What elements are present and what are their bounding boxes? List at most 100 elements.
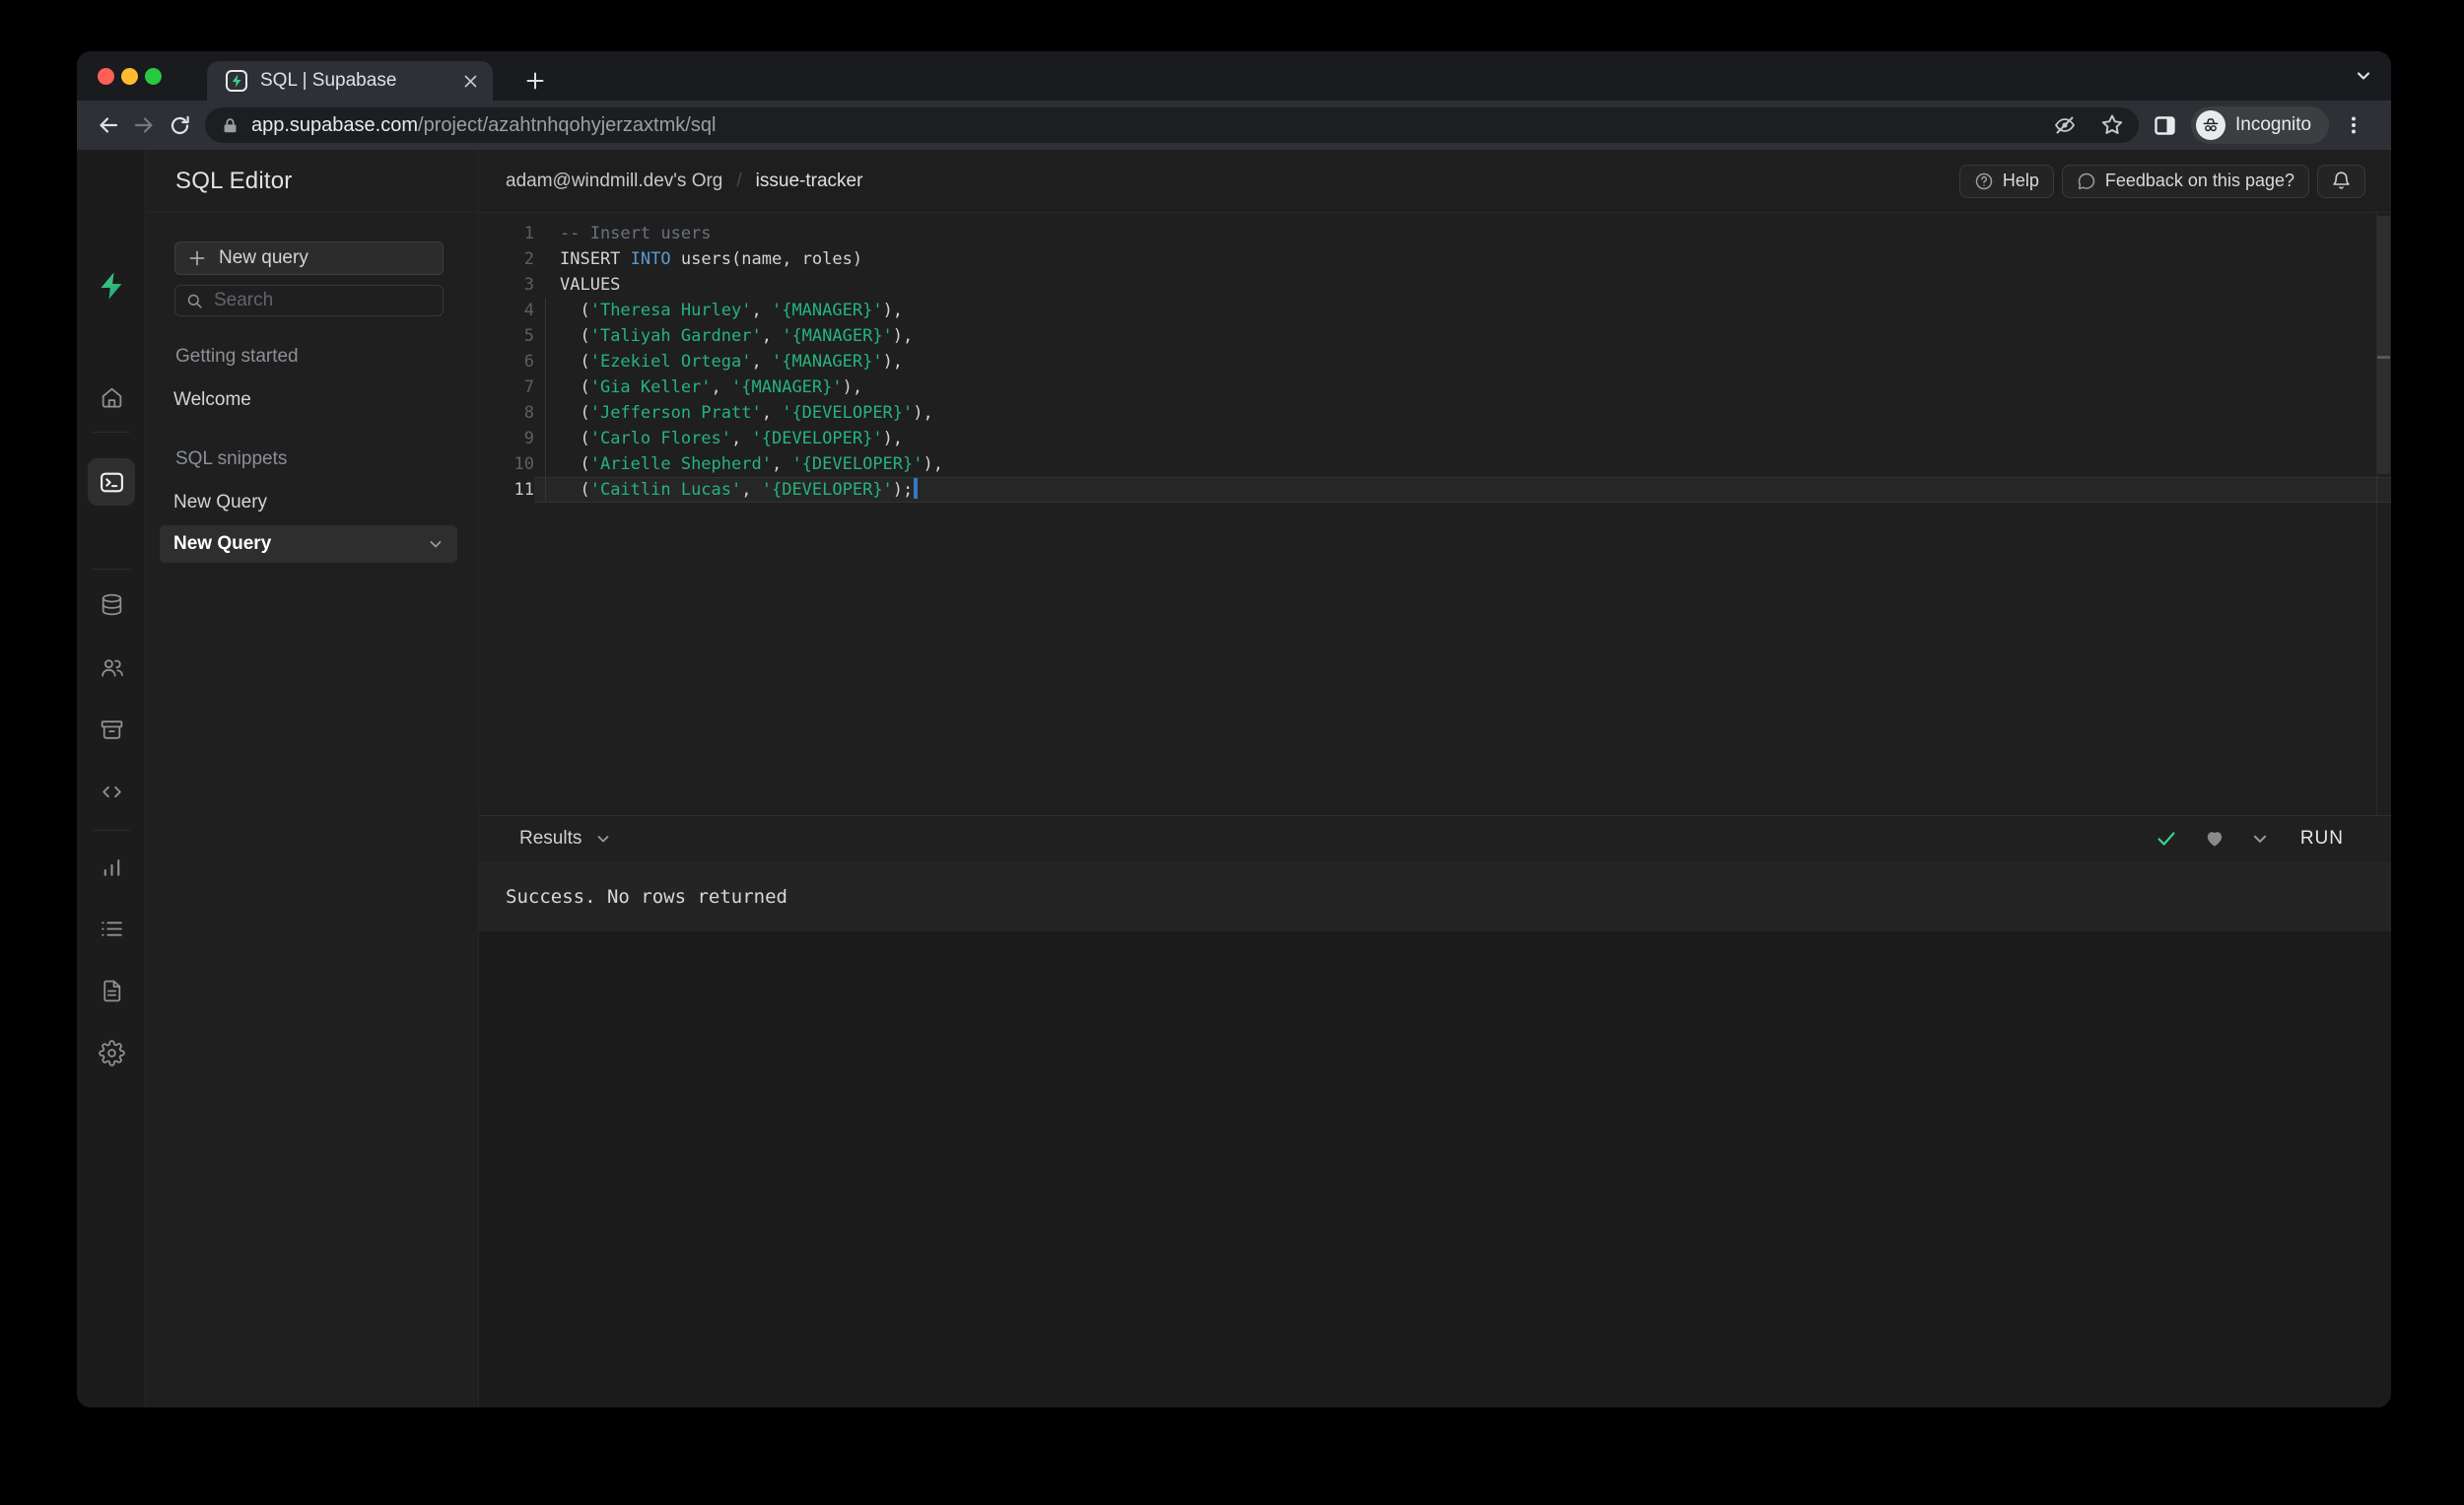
- line-number: 9: [523, 429, 534, 448]
- code-line: 2 INSERT INTO users(name, roles): [479, 246, 2391, 272]
- rail-item-storage[interactable]: [77, 717, 146, 743]
- new-query-button-label: New query: [219, 247, 308, 268]
- code-line: 1 -- Insert users: [479, 221, 2391, 246]
- rail-item-logs[interactable]: [77, 916, 146, 942]
- code-line: 9 ('Carlo Flores', '{DEVELOPER}'),: [479, 426, 2391, 451]
- favorite-heart-icon[interactable]: [2204, 828, 2225, 850]
- rail-item-sql-editor[interactable]: [88, 458, 135, 506]
- line-number: 5: [523, 326, 534, 346]
- code-line-content: ('Theresa Hurley', '{MANAGER}'),: [534, 298, 2391, 323]
- code-line-content: ('Gia Keller', '{MANAGER}'),: [534, 375, 2391, 400]
- line-number: 8: [523, 403, 534, 423]
- rail-divider: [93, 830, 130, 831]
- sql-editor-sidebar: SQL Editor New query Getting startedWe: [146, 150, 479, 1407]
- supabase-favicon-icon: [226, 70, 247, 92]
- query-status-strip: Success. No rows returned: [479, 861, 2391, 931]
- breadcrumb-project[interactable]: issue-tracker: [756, 171, 863, 192]
- sql-code-editor[interactable]: 1 -- Insert users 2 INSERT INTO users(name,…: [479, 213, 2391, 815]
- plus-icon: [526, 72, 544, 90]
- zoom-window-button[interactable]: [145, 68, 162, 85]
- editor-lines[interactable]: 1 -- Insert users 2 INSERT INTO users(name,…: [479, 213, 2391, 503]
- rail-item-database[interactable]: [77, 591, 146, 618]
- database-icon: [102, 593, 121, 616]
- breadcrumb-separator: /: [736, 170, 742, 191]
- results-label: Results: [519, 828, 582, 849]
- browser-tab[interactable]: SQL | Supabase: [207, 61, 493, 101]
- breadcrumb-org[interactable]: adam@windmill.dev's Org: [506, 171, 722, 192]
- cursor-position-marker: [2377, 356, 2390, 359]
- sidebar-item-label: New Query: [173, 533, 272, 554]
- sidebar-item-label: New Query: [173, 492, 268, 513]
- scrollbar-thumb[interactable]: [2377, 216, 2390, 474]
- sidebar-item-label: Welcome: [173, 389, 251, 410]
- help-button[interactable]: Help: [1958, 164, 2054, 198]
- forward-button[interactable]: [126, 107, 162, 143]
- url-domain: app.supabase.com: [251, 113, 419, 136]
- rail-item-settings[interactable]: [77, 1040, 146, 1066]
- list-icon: [101, 922, 122, 936]
- side-panel-icon[interactable]: [2153, 113, 2177, 138]
- help-button-label: Help: [2002, 171, 2039, 190]
- rail-item-reports[interactable]: [77, 855, 146, 881]
- feedback-button[interactable]: Feedback on this page?: [2061, 164, 2309, 198]
- code-line-content: ('Caitlin Lucas', '{DEVELOPER}');: [534, 477, 2391, 503]
- code-line-content: ('Ezekiel Ortega', '{MANAGER}'),: [534, 349, 2391, 375]
- rail-item-home[interactable]: [77, 384, 146, 411]
- results-empty-area: [479, 931, 2391, 1407]
- close-tab-icon[interactable]: [462, 73, 479, 90]
- code-line-content: ('Jefferson Pratt', '{DEVELOPER}'),: [534, 400, 2391, 426]
- line-number: 7: [523, 377, 534, 397]
- rail-item-docs[interactable]: [77, 978, 146, 1004]
- sidebar-item-new-query[interactable]: New Query: [160, 525, 457, 563]
- code-line-content: INSERT INTO users(name, roles): [560, 249, 863, 269]
- sidebar-item-new-query[interactable]: New Query: [160, 484, 457, 521]
- gear-icon: [98, 1040, 125, 1066]
- reload-button[interactable]: [162, 107, 197, 143]
- code-line-content: VALUES: [560, 275, 621, 295]
- sidebar-header: SQL Editor: [146, 150, 478, 213]
- browser-toolbar: app.supabase.com/project/azahtnhqohyjerz…: [77, 101, 2391, 150]
- results-dropdown[interactable]: Results: [519, 828, 2155, 850]
- bell-icon: [2333, 171, 2350, 189]
- rail-divider: [93, 432, 130, 433]
- sidebar-section: Getting started Welcome: [173, 346, 450, 419]
- browser-menu-icon[interactable]: [2343, 114, 2364, 136]
- plus-icon: [189, 250, 205, 266]
- sidebar-item-welcome[interactable]: Welcome: [160, 381, 457, 419]
- eye-off-icon[interactable]: [2052, 112, 2078, 138]
- incognito-avatar: [2196, 110, 2225, 140]
- address-bar[interactable]: app.supabase.com/project/azahtnhqohyjerz…: [205, 107, 2139, 143]
- run-options-chevron-icon[interactable]: [2251, 830, 2269, 848]
- breadcrumb: adam@windmill.dev's Org / issue-tracker: [506, 171, 1959, 192]
- code-line: 10 ('Arielle Shepherd', '{DEVELOPER}'),: [479, 451, 2391, 477]
- tab-search-button[interactable]: [2354, 66, 2373, 86]
- rail-item-edge-functions[interactable]: [77, 779, 146, 805]
- back-button[interactable]: [91, 107, 126, 143]
- line-number: 11: [513, 480, 534, 500]
- run-button[interactable]: RUN: [2300, 828, 2344, 850]
- editor-scrollbar[interactable]: [2376, 213, 2391, 815]
- supabase-logo[interactable]: [77, 268, 146, 304]
- code-line-content: ('Arielle Shepherd', '{DEVELOPER}'),: [534, 451, 2391, 477]
- search-input[interactable]: [214, 290, 411, 311]
- incognito-badge[interactable]: Incognito: [2191, 106, 2330, 144]
- nav-rail: [77, 150, 146, 1407]
- minimize-window-button[interactable]: [121, 68, 138, 85]
- notifications-button[interactable]: [2317, 164, 2365, 198]
- app-header: adam@windmill.dev's Org / issue-tracker …: [479, 150, 2391, 213]
- feedback-button-label: Feedback on this page?: [2104, 171, 2294, 190]
- new-query-button[interactable]: New query: [174, 241, 444, 275]
- rail-item-authentication[interactable]: [77, 654, 146, 681]
- line-number: 4: [523, 301, 534, 320]
- code-line: 4 ('Theresa Hurley', '{MANAGER}'),: [479, 298, 2391, 323]
- users-icon: [101, 659, 123, 677]
- new-tab-button[interactable]: [518, 64, 552, 98]
- snippet-search[interactable]: [174, 285, 444, 316]
- close-window-button[interactable]: [98, 68, 114, 85]
- line-number: 3: [523, 275, 534, 295]
- browser-window: SQL | Supabase app.supabase.com/project/…: [77, 51, 2391, 1407]
- bookmark-star-icon[interactable]: [2099, 112, 2125, 138]
- code-line: 11 ('Caitlin Lucas', '{DEVELOPER}');: [479, 477, 2391, 503]
- rail-divider: [93, 569, 130, 570]
- arrow-left-icon: [100, 117, 118, 133]
